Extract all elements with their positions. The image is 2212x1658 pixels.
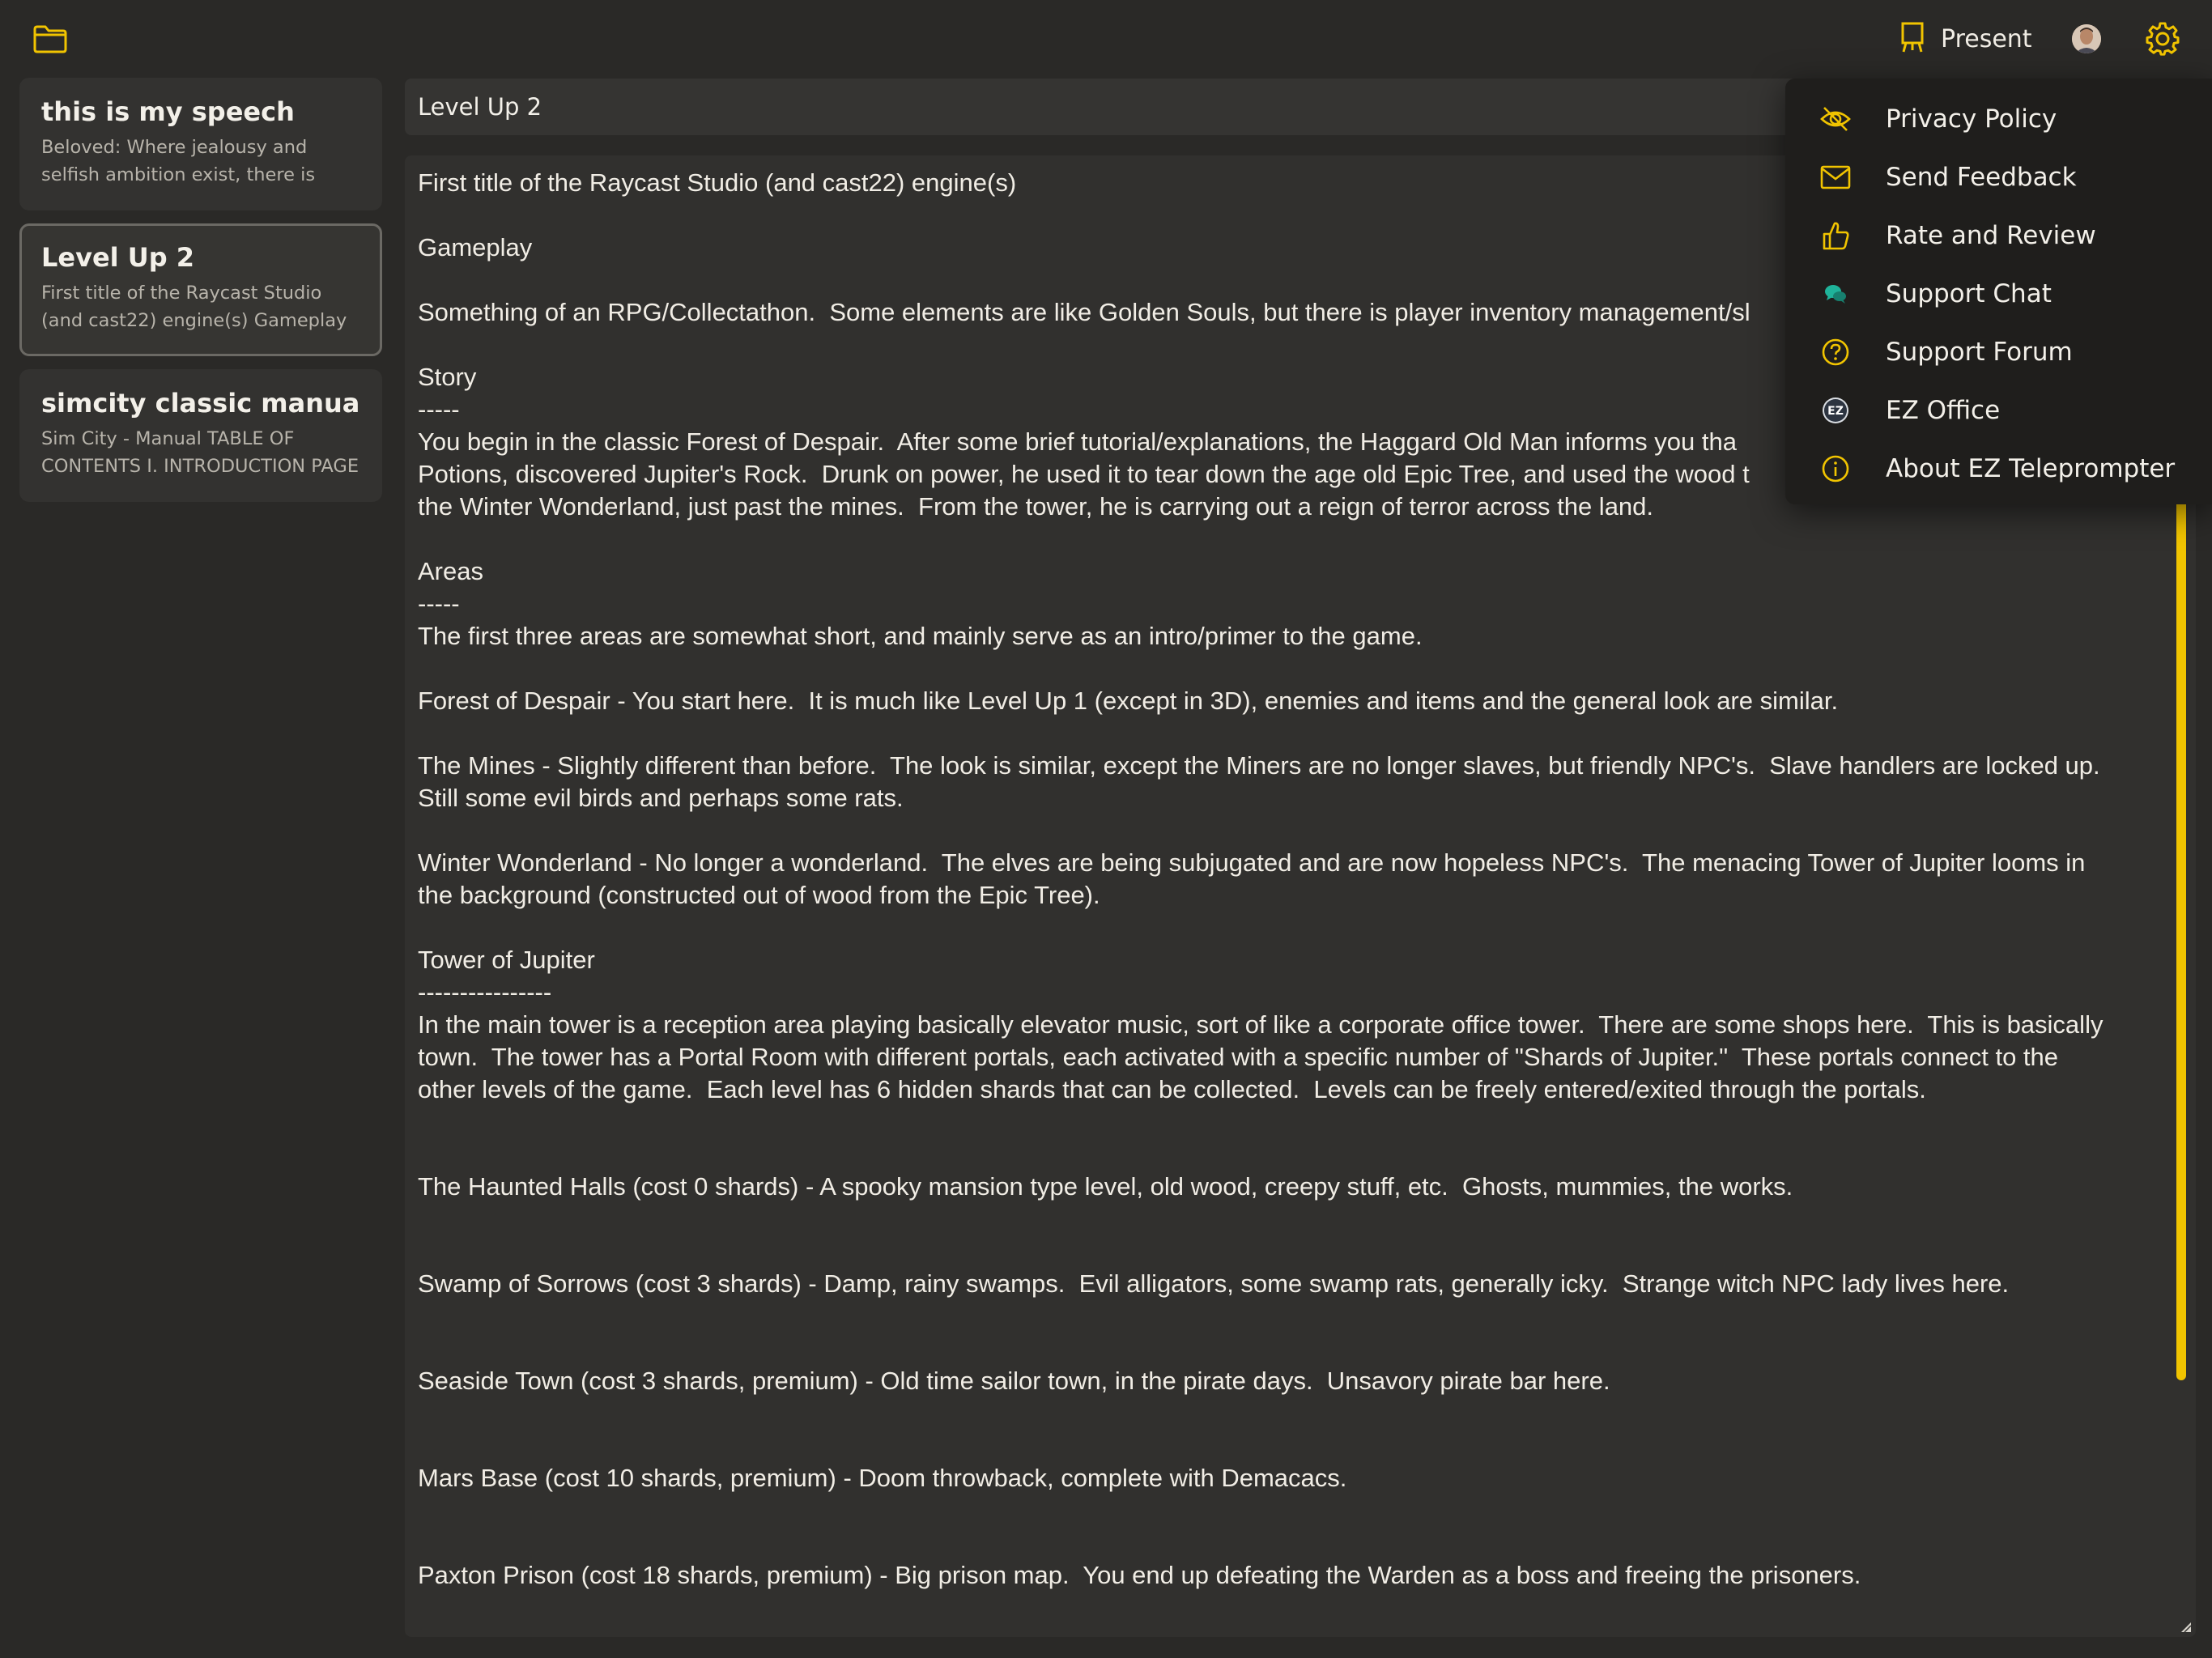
menu-item-label: Privacy Policy (1886, 104, 2057, 134)
info-circle-icon (1819, 453, 1852, 485)
menu-item-send-feedback[interactable]: Send Feedback (1785, 148, 2212, 206)
document-title: this is my speech (41, 96, 295, 127)
resize-handle-icon[interactable] (2180, 1621, 2193, 1634)
menu-item-about[interactable]: About EZ Teleprompter (1785, 440, 2212, 498)
menu-item-label: EZ Office (1886, 396, 2001, 425)
folder-icon[interactable] (32, 23, 68, 55)
document-card[interactable]: simcity classic manual Sim City - Manual… (19, 369, 382, 502)
document-list: this is my speech Beloved: Where jealous… (19, 78, 384, 515)
menu-item-label: Send Feedback (1886, 163, 2077, 192)
gear-icon[interactable] (2146, 22, 2180, 56)
document-preview: First title of the Raycast Studio (and c… (41, 283, 347, 331)
menu-item-rate-and-review[interactable]: Rate and Review (1785, 206, 2212, 265)
menu-item-support-chat[interactable]: Support Chat (1785, 265, 2212, 323)
menu-item-label: Support Chat (1886, 279, 2052, 308)
menu-item-ez-office[interactable]: EZ EZ Office (1785, 381, 2212, 440)
present-label: Present (1941, 24, 2032, 53)
thumbs-up-icon (1819, 219, 1852, 252)
ez-logo-icon: EZ (1819, 394, 1852, 427)
chat-bubbles-icon (1819, 278, 1852, 310)
settings-menu: Privacy Policy Send Feedback Rate and Re… (1785, 79, 2212, 504)
present-button[interactable]: Present (1899, 18, 2032, 60)
eye-slash-icon (1819, 103, 1852, 135)
envelope-icon (1819, 161, 1852, 193)
question-circle-icon (1819, 336, 1852, 368)
document-card-selected[interactable]: Level Up 2 First title of the Raycast St… (19, 223, 382, 356)
document-title: Level Up 2 (41, 242, 195, 273)
svg-text:EZ: EZ (1827, 405, 1844, 418)
document-preview: Sim City - Manual TABLE OF CONTENTS I. I… (41, 428, 359, 477)
avatar[interactable] (2072, 24, 2101, 53)
menu-item-support-forum[interactable]: Support Forum (1785, 323, 2212, 381)
document-preview: Beloved: Where jealousy and selfish ambi… (41, 137, 316, 185)
menu-item-label: Rate and Review (1886, 221, 2096, 250)
menu-item-label: Support Forum (1886, 338, 2073, 367)
menu-item-privacy-policy[interactable]: Privacy Policy (1785, 90, 2212, 148)
document-title: simcity classic manual (41, 388, 360, 419)
top-bar: Present (0, 0, 2212, 78)
easel-icon (1899, 21, 1926, 57)
menu-item-label: About EZ Teleprompter (1886, 454, 2176, 483)
scrollbar-thumb[interactable] (2176, 494, 2186, 1380)
document-card[interactable]: this is my speech Beloved: Where jealous… (19, 78, 382, 210)
